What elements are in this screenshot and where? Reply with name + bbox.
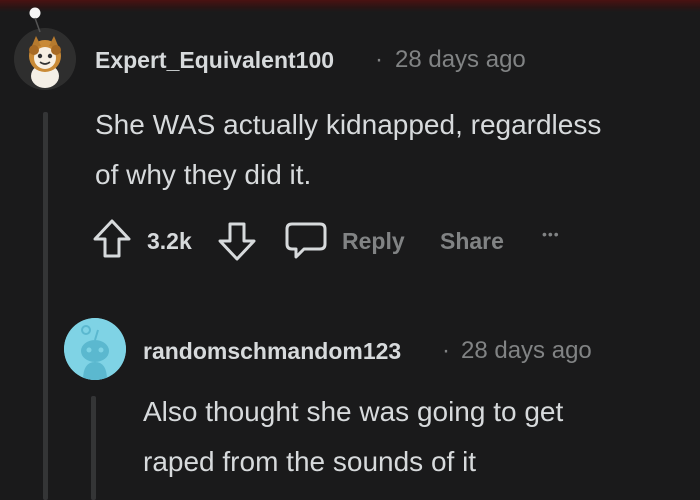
arrow-down-icon[interactable] (217, 220, 257, 262)
comment-body-line: raped from the sounds of it (143, 446, 477, 477)
user-avatar[interactable] (14, 28, 76, 90)
more-options-button[interactable]: ••• (542, 226, 560, 242)
snoo-avatar-icon (14, 28, 76, 90)
speech-bubble-icon[interactable] (284, 220, 328, 262)
thread-line-nested[interactable] (91, 396, 96, 500)
header-strip (0, 0, 700, 12)
comment-timestamp[interactable]: 28 days ago (461, 337, 592, 365)
reply-button[interactable]: Reply (342, 228, 405, 255)
comment-author[interactable]: randomschmandom123 (143, 338, 401, 365)
comment-body: Also thought she was going to get raped … (143, 387, 563, 487)
meta-separator: · (442, 337, 450, 364)
user-avatar[interactable] (64, 318, 126, 380)
comment-timestamp[interactable]: 28 days ago (395, 46, 526, 74)
comment-body-line: Also thought she was going to get (143, 396, 564, 427)
arrow-up-icon[interactable] (92, 218, 132, 260)
antenna-icon (29, 7, 41, 33)
thread-line[interactable] (43, 112, 48, 500)
share-button[interactable]: Share (440, 228, 504, 255)
comment-body-line: She WAS actually kidnapped, regardless (95, 109, 602, 140)
comment-body: She WAS actually kidnapped, regardless o… (95, 100, 601, 200)
meta-separator: · (375, 46, 383, 73)
comment-body-line: of why they did it. (95, 159, 312, 190)
snoo-avatar-icon (64, 318, 126, 380)
comment-author[interactable]: Expert_Equivalent100 (95, 47, 334, 74)
vote-score: 3.2k (147, 228, 192, 254)
